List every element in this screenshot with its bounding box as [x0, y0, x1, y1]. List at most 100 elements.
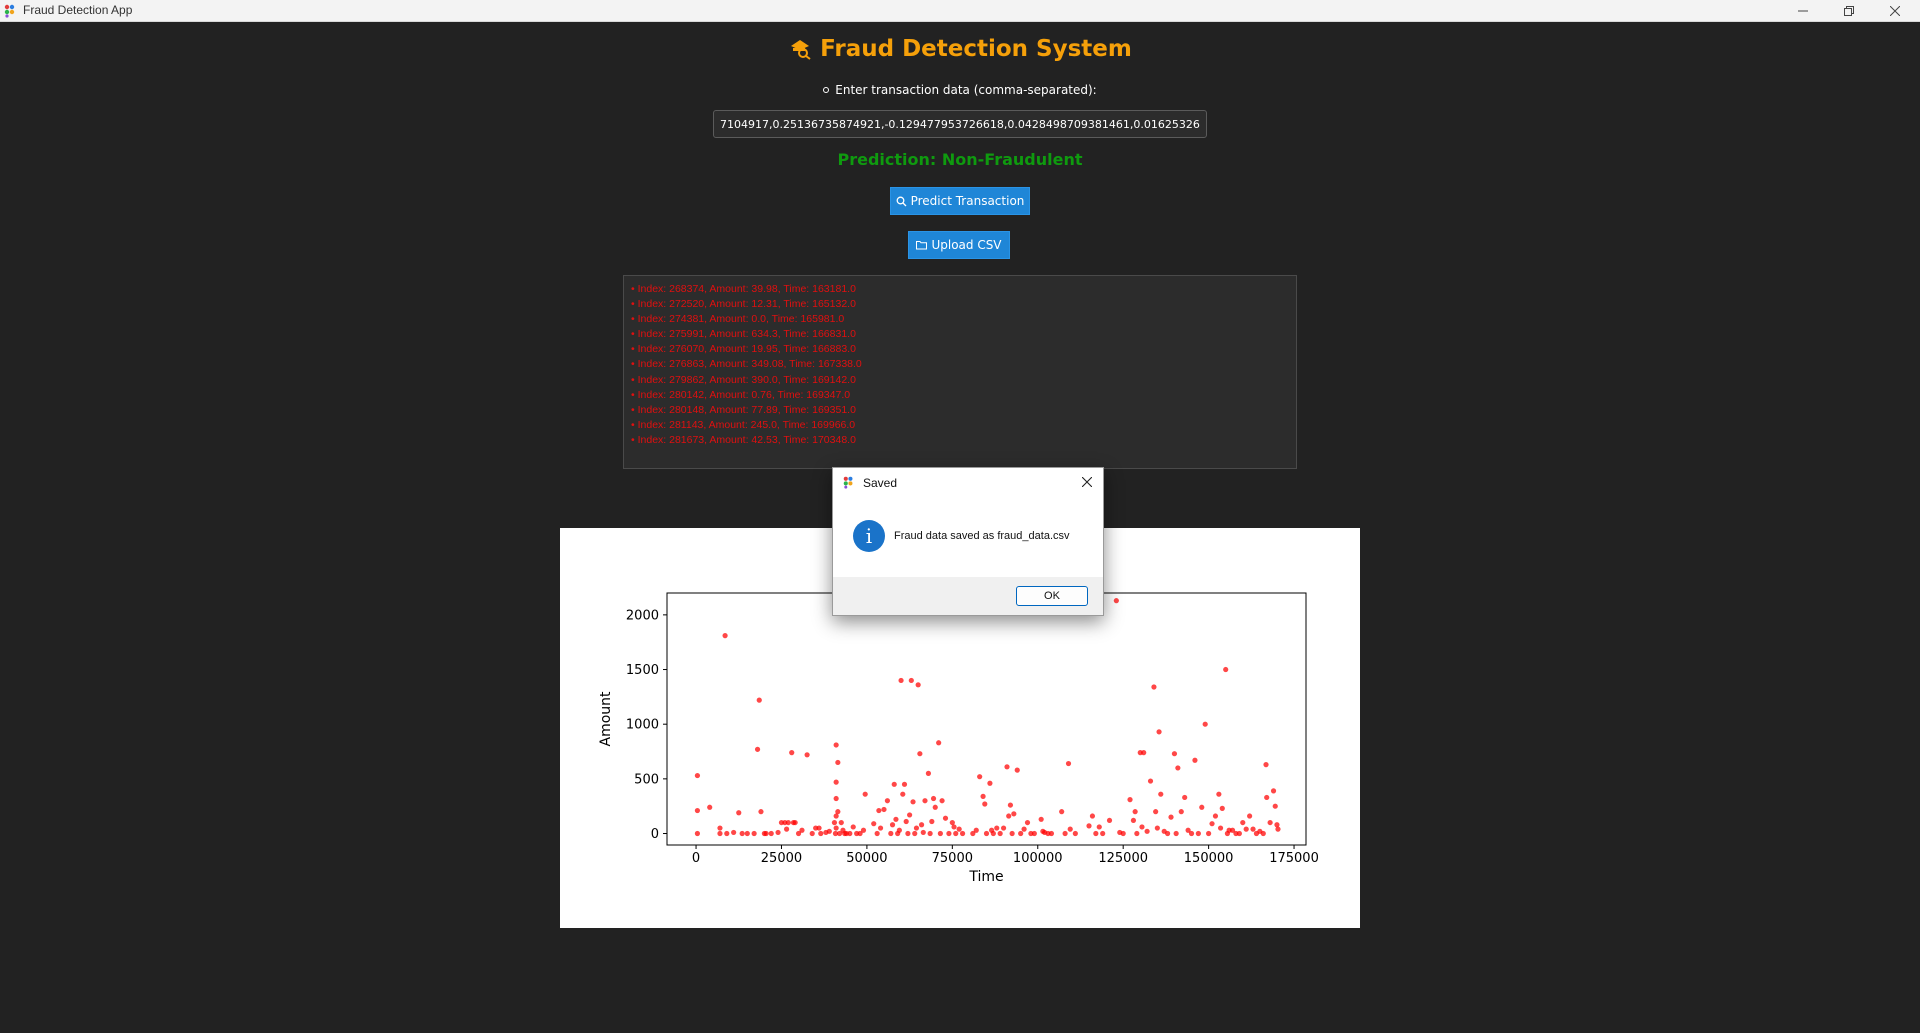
- data-point: [731, 829, 737, 836]
- data-point: [1212, 813, 1219, 819]
- data-point: [1165, 830, 1171, 837]
- data-point: [831, 819, 838, 826]
- data-point: [1096, 824, 1102, 830]
- data-point: [1086, 823, 1092, 829]
- data-point: [920, 829, 926, 836]
- data-point: [1270, 788, 1277, 794]
- data-point: [881, 806, 887, 813]
- predict-button[interactable]: Predict Transaction: [890, 187, 1030, 215]
- log-line: • Index: 268374, Amount: 39.98, Time: 16…: [631, 283, 856, 295]
- data-point: [1132, 809, 1138, 815]
- log-line: • Index: 281143, Amount: 245.0, Time: 16…: [631, 418, 856, 431]
- data-point: [1147, 778, 1154, 784]
- data-point: [1250, 826, 1256, 832]
- data-point: [833, 779, 839, 785]
- data-point: [1192, 757, 1198, 763]
- data-point: [763, 830, 769, 837]
- data-point: [1264, 794, 1270, 801]
- data-point: [850, 824, 856, 830]
- data-point: [1100, 830, 1106, 837]
- data-point: [789, 750, 795, 756]
- data-point: [1144, 828, 1150, 834]
- data-point: [1067, 826, 1073, 832]
- data-point: [1127, 797, 1133, 803]
- fraud-results-log[interactable]: • Index: 268374, Amount: 39.98, Time: 16…: [623, 275, 1297, 469]
- data-point: [987, 780, 993, 786]
- upload-button-label: Upload CSV: [931, 238, 1002, 252]
- data-point: [694, 807, 701, 814]
- data-point: [925, 770, 932, 776]
- data-point: [783, 826, 790, 832]
- data-point: [973, 827, 979, 833]
- x-tick-label: 25000: [761, 851, 802, 866]
- data-point: [724, 830, 730, 837]
- data-point: [694, 830, 701, 837]
- data-point: [871, 821, 877, 827]
- data-point: [775, 829, 781, 836]
- data-point: [891, 781, 897, 787]
- data-point: [939, 798, 945, 804]
- data-point: [818, 830, 824, 837]
- data-point: [915, 682, 921, 688]
- restore-button[interactable]: [1826, 0, 1872, 21]
- minimize-button[interactable]: [1780, 0, 1826, 21]
- data-point: [1072, 830, 1078, 837]
- restore-icon: [1844, 5, 1854, 16]
- data-point: [910, 799, 916, 805]
- data-point: [739, 830, 745, 837]
- log-line: • Index: 274381, Amount: 0.0, Time: 1659…: [631, 313, 845, 326]
- transaction-input[interactable]: [713, 110, 1207, 138]
- data-point: [1168, 814, 1174, 820]
- data-point: [1011, 811, 1017, 817]
- data-point: [1031, 830, 1037, 837]
- data-point: [905, 830, 911, 837]
- upload-csv-button[interactable]: Upload CSV: [908, 231, 1010, 259]
- window-title: Fraud Detection App: [23, 3, 133, 17]
- data-point: [1223, 666, 1229, 673]
- minimize-icon: [1798, 10, 1808, 11]
- page-title-text: Fraud Detection System: [820, 36, 1132, 62]
- data-point: [1004, 764, 1010, 770]
- data-point: [1158, 791, 1164, 797]
- data-point: [1130, 817, 1137, 824]
- close-icon: [1890, 5, 1900, 16]
- x-tick-label: 75000: [932, 851, 973, 866]
- close-window-button[interactable]: [1872, 0, 1918, 21]
- data-point: [913, 825, 920, 831]
- data-point: [1173, 830, 1179, 837]
- data-point: [876, 807, 882, 814]
- data-point: [1139, 824, 1145, 830]
- data-point: [860, 827, 867, 833]
- data-point: [833, 813, 839, 819]
- data-point: [903, 818, 909, 825]
- log-line: • Index: 272520, Amount: 12.31, Time: 16…: [631, 298, 856, 311]
- data-point: [1267, 819, 1273, 826]
- data-point: [946, 830, 952, 837]
- data-point: [835, 759, 841, 766]
- data-point: [1038, 816, 1044, 822]
- data-point: [1216, 791, 1222, 797]
- data-point: [918, 822, 925, 828]
- data-point: [1093, 830, 1099, 837]
- input-label: Enter transaction data (comma-separated)…: [0, 83, 1920, 97]
- ok-button[interactable]: OK: [1016, 586, 1088, 606]
- data-point: [785, 819, 791, 826]
- data-point: [994, 825, 1000, 831]
- y-tick-label: 500: [634, 772, 659, 787]
- bullet-icon: [823, 87, 830, 93]
- data-point: [1006, 813, 1012, 819]
- data-point: [1089, 813, 1096, 819]
- data-point: [1154, 825, 1160, 831]
- data-point: [1199, 804, 1205, 810]
- data-point: [736, 810, 742, 816]
- dialog-close-button[interactable]: [1077, 472, 1097, 492]
- data-point: [930, 795, 937, 802]
- data-point: [1217, 825, 1224, 831]
- data-point: [1206, 830, 1212, 837]
- data-point: [744, 830, 750, 837]
- data-point: [896, 827, 902, 833]
- data-point: [804, 752, 810, 758]
- search-icon: [896, 196, 907, 206]
- y-axis-label: Amount: [598, 691, 614, 747]
- x-tick-label: 50000: [846, 851, 887, 866]
